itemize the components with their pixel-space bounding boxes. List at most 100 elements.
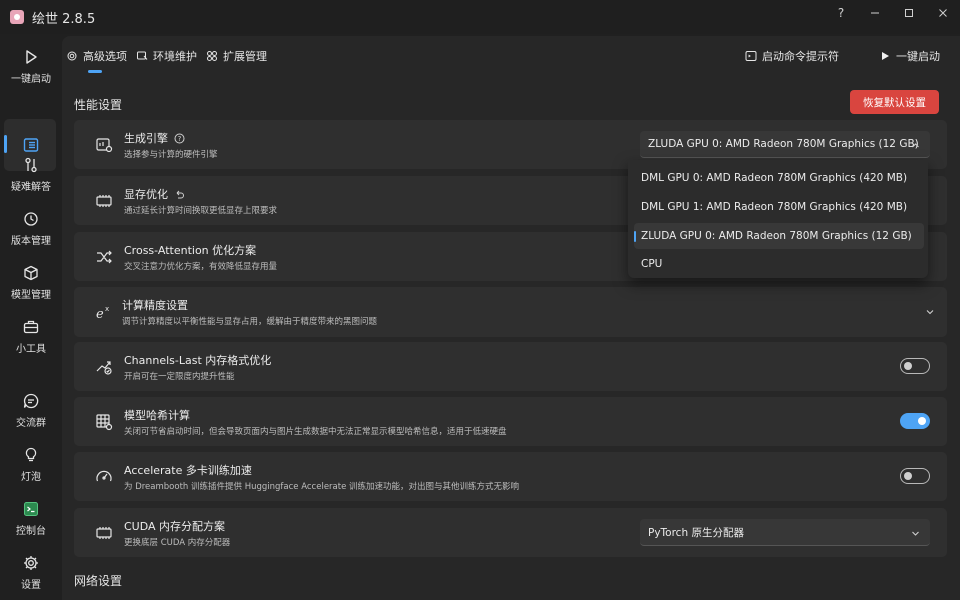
sidebar-item-advanced[interactable] [0,136,62,154]
toggle-knob [918,417,926,425]
setting-card-model-hash: 模型哈希计算 关闭可节省启动时间，但会导致页面内与图片生成数据中无法正常显示模型… [74,397,947,446]
help-circle-icon[interactable]: ? [174,133,185,144]
help-icon: ? [837,6,845,20]
setting-description: 通过延长计算时间换取更低显存上限要求 [124,206,278,216]
sidebar-item-label: 设置 [21,580,41,591]
cuda-alloc-select-value: PyTorch 原生分配器 [648,526,744,539]
cuda-alloc-select[interactable]: PyTorch 原生分配器 [640,519,930,546]
sidebar-item-community[interactable]: 交流群 [0,392,62,429]
launch-label: 一键启动 [896,50,940,63]
reset-defaults-button[interactable]: 恢复默认设置 [850,90,939,114]
close-button[interactable] [926,0,960,26]
play-icon [882,52,889,60]
setting-description: 调节计算精度以平衡性能与显存占用，缓解由于精度带来的黑图问题 [122,317,378,327]
app-title: 绘世 2.8.5 [32,11,96,27]
gear-icon [24,556,38,570]
sidebar-item-label: 交流群 [16,418,46,429]
setting-description: 为 Dreambooth 训练插件提供 Huggingface Accelera… [124,482,520,492]
toggle-knob [904,362,912,370]
sidebar-item-models[interactable]: 模型管理 [0,264,62,301]
sidebar-item-label: 灯泡 [21,472,41,483]
cube-icon [24,265,38,281]
setting-description: 选择参与计算的硬件引擎 [124,150,218,160]
setting-title-text: CUDA 内存分配方案 [124,520,226,533]
setting-title-text: 显存优化 [124,188,168,201]
setting-title: CUDA 内存分配方案 [124,518,225,534]
dropdown-option[interactable]: DML GPU 1: AMD Radeon 780M Graphics (420… [634,194,924,220]
chevron-down-icon[interactable] [925,307,935,317]
dropdown-option[interactable]: CPU [634,251,924,277]
tab-advanced[interactable]: 高级选项 [66,48,127,64]
chevron-down-icon [912,531,919,536]
tab-label: 扩展管理 [223,50,267,63]
setting-description: 交叉注意力优化方案，有效降低显存用量 [124,262,278,272]
maximize-icon [905,9,913,17]
launch-button[interactable]: 一键启动 [879,48,940,64]
sidebar-item-version[interactable]: 版本管理 [0,210,62,247]
setting-description: 开启可在一定限度内提升性能 [124,372,235,382]
tab-active-indicator [88,70,102,73]
sidebar-item-launch[interactable]: 一键启动 [0,48,62,85]
engine-select[interactable]: ZLUDA GPU 0: AMD Radeon 780M Graphics (1… [640,131,930,158]
dropdown-option[interactable]: DML GPU 0: AMD Radeon 780M Graphics (420… [634,165,924,191]
memory-icon [94,191,114,211]
speedometer-icon [94,467,114,487]
section-title-network: 网络设置 [74,574,123,588]
channels-last-toggle[interactable] [900,358,930,374]
setting-title: Channels-Last 内存格式优化 [124,352,271,368]
help-button[interactable]: ? [824,0,858,26]
list-icon [23,138,39,152]
app-logo-icon [10,10,24,24]
sidebar-item-settings[interactable]: 设置 [0,554,62,591]
chat-icon [23,393,39,409]
sidebar-item-label: 一键启动 [11,74,51,85]
svg-text:e: e [96,307,104,322]
sidebar-item-label: 控制台 [16,526,46,537]
console-icon [24,502,38,516]
minimize-icon [871,12,879,14]
shuffle-icon [94,247,114,267]
tab-extensions[interactable]: 扩展管理 [206,48,267,64]
undo-icon[interactable] [174,189,185,200]
sidebar-item-console[interactable]: 控制台 [0,500,62,537]
history-icon [24,212,38,226]
setting-title: 模型哈希计算 [124,407,190,423]
setting-description: 更换底层 CUDA 内存分配器 [124,538,231,548]
sidebar-item-troubleshoot[interactable]: 疑难解答 [0,156,62,193]
setting-card-accelerate: Accelerate 多卡训练加速 为 Dreambooth 训练插件提供 Hu… [74,452,947,501]
chevron-up-icon [912,143,919,148]
sidebar-item-label: 版本管理 [11,236,51,247]
minimize-button[interactable] [858,0,892,26]
setting-title: 计算精度设置 [122,297,188,313]
setting-title-text: Cross-Attention 优化方案 [124,244,257,257]
main-content: 高级选项 环境维护 扩展管理 启动命令提示符 一键启动 性能设置 恢复默认设置 … [62,36,960,600]
tab-bar: 高级选项 环境维护 扩展管理 启动命令提示符 一键启动 [62,36,960,78]
tab-label: 高级选项 [83,50,127,63]
sidebar: 一键启动 疑难解答 版本管理 模型管理 小工具 交流群 灯泡 控制台 设置 [0,34,62,600]
maximize-button[interactable] [892,0,926,26]
setting-title-text: 生成引擎 [124,132,168,145]
setting-title-text: Channels-Last 内存格式优化 [124,354,272,367]
gear-icon [67,51,77,61]
tab-environment[interactable]: 环境维护 [136,48,197,64]
dropdown-option-selected[interactable]: ZLUDA GPU 0: AMD Radeon 780M Graphics (1… [634,223,924,249]
exponent-icon: ex [94,302,114,322]
setting-title-text: 计算精度设置 [122,299,188,312]
setting-card-precision[interactable]: ex 计算精度设置 调节计算精度以平衡性能与显存占用，缓解由于精度带来的黑图问题 [74,287,947,337]
tools-icon [25,157,37,173]
svg-text:x: x [105,305,109,313]
sidebar-item-bulb[interactable]: 灯泡 [0,446,62,483]
engine-select-value: ZLUDA GPU 0: AMD Radeon 780M Graphics (1… [648,138,919,150]
setting-card-channels-last: Channels-Last 内存格式优化 开启可在一定限度内提升性能 [74,342,947,391]
tab-label: 环境维护 [153,50,197,63]
svg-text:?: ? [178,135,182,143]
model-hash-toggle[interactable] [900,413,930,429]
command-prompt-button[interactable]: 启动命令提示符 [745,48,839,64]
hash-table-icon [94,412,114,432]
bulb-icon [25,447,37,462]
sidebar-item-tools[interactable]: 小工具 [0,318,62,355]
accelerate-toggle[interactable] [900,468,930,484]
play-icon [26,50,37,64]
setting-title-text: Accelerate 多卡训练加速 [124,464,252,477]
trend-check-icon [94,357,114,377]
